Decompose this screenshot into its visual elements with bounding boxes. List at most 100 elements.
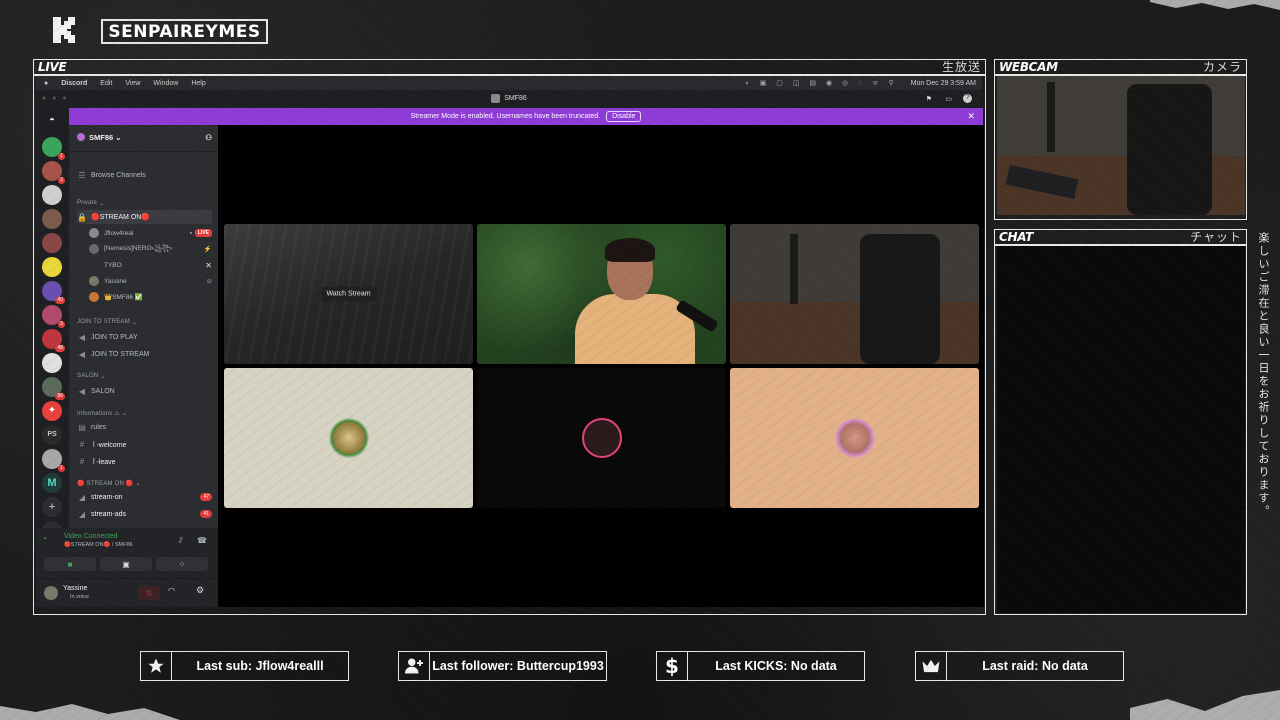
disable-button[interactable]: Disable [606, 111, 642, 122]
screenshare-button[interactable]: ▣ [100, 557, 152, 571]
category-private[interactable]: Private ⌄ [77, 196, 212, 210]
mac-status-icons: ◐ ▣ ▢ ◫ ▤ ◉ ◎ ◌ ᯤ ⚲ [745, 79, 898, 87]
last-kicks-box: $ Last KICKS: No data [656, 651, 865, 681]
voice-channel-salon[interactable]: ◀ SALON [77, 384, 212, 398]
voice-status-subtitle: 🔴STREAM ON🔴 / SMF86 [64, 542, 133, 548]
menu-discord[interactable]: Discord [61, 80, 87, 87]
hashtag-icon: # [79, 439, 85, 449]
server-icon[interactable]: PS [42, 425, 62, 445]
avatar[interactable] [44, 586, 58, 600]
voice-tile-avatar-1[interactable] [224, 368, 473, 508]
voice-channel-stream-on[interactable]: 🔒 🔴STREAM ON🔴 [77, 210, 212, 224]
torn-edge-bottom-right [1130, 690, 1280, 720]
mac-clock: Mon Dec 29 3:59 AM [910, 79, 976, 87]
camera-tile-room[interactable] [730, 224, 979, 364]
menu-help[interactable]: Help [191, 80, 205, 87]
screen-icon[interactable]: ▭ [945, 95, 952, 103]
chat-area [997, 246, 1245, 613]
server-icon[interactable] [42, 257, 62, 277]
help-icon[interactable]: ? [963, 94, 972, 103]
add-member-icon[interactable]: ⚇ [205, 133, 212, 142]
server-icon[interactable] [42, 353, 62, 373]
avatar [89, 292, 99, 302]
text-channel-leave[interactable]: # ꒰‐leave [77, 454, 212, 468]
avatar [581, 418, 622, 458]
webcam-panel-header: WEBCAM カメラ [995, 59, 1246, 75]
gear-icon[interactable]: ⚙ [196, 585, 204, 596]
disconnect-icon[interactable]: ☎ [197, 536, 207, 545]
headphones-icon[interactable]: ◠ [168, 586, 175, 595]
browse-channels[interactable]: ☰ Browse Channels [77, 168, 212, 182]
stream-tile-game[interactable]: Watch Stream [224, 224, 473, 364]
add-server-icon[interactable]: + [42, 497, 62, 517]
announcement-channel-stream-on[interactable]: ◢ stream-on 47 [77, 490, 212, 504]
voice-connected-panel: ◔ Video Connected 🔴STREAM ON🔴 / SMF86 ⫽ … [36, 528, 218, 578]
camera-icon: ▪ [189, 229, 192, 237]
text-channel-welcome[interactable]: # ꒰‐welcome [77, 437, 212, 451]
inbox-icon[interactable]: ⚑ [926, 95, 932, 103]
chat-title: CHAT [999, 229, 1033, 244]
server-icon-small [491, 94, 501, 103]
server-icon[interactable]: ✦ [42, 401, 62, 421]
speaker-icon: ◀ [78, 332, 86, 342]
menu-window[interactable]: Window [153, 80, 178, 87]
torn-edge-top [1150, 0, 1280, 10]
close-icon[interactable]: ✕ [967, 111, 975, 122]
close-icon: ✕ [205, 260, 212, 270]
category-informations[interactable]: Informations ⚠ ⌄ [77, 406, 212, 420]
streamer-mode-text: Streamer Mode is enabled. Usernames have… [410, 113, 601, 120]
watch-stream-button[interactable]: Watch Stream [320, 286, 377, 302]
category-salon[interactable]: SALON ⌄ [77, 369, 212, 383]
text-channel-rules[interactable]: ▤ rules [77, 420, 212, 434]
activities-button[interactable]: ⁘ [156, 557, 208, 571]
megaphone-icon: ◢ [78, 492, 86, 502]
speaker-icon: ◀ [78, 386, 86, 396]
voice-channel-join-to-play[interactable]: ◀ JOIN TO PLAY [77, 330, 212, 344]
voice-user[interactable]: Jflow4real ▪ LIVE [89, 226, 212, 240]
torn-edge-bottom [0, 704, 180, 720]
server-icon[interactable]: 1 [42, 449, 65, 472]
avatar [89, 244, 99, 254]
webcam-chair [1127, 84, 1212, 215]
noise-suppression-icon[interactable]: ⫽ [179, 536, 183, 546]
voice-user[interactable]: TYBO ✕ [89, 258, 212, 272]
server-icon[interactable]: 96 [42, 377, 65, 400]
voice-user[interactable]: [Nemesis]NERO꧁꧂ ⚡ [89, 242, 212, 256]
server-icon[interactable]: 40 [42, 281, 65, 304]
webcam-mic-arm [1047, 82, 1055, 152]
chat-jp-label: チャット [1190, 230, 1242, 244]
server-icon[interactable]: 5 [42, 305, 65, 328]
category-join-to-stream[interactable]: JOIN TO STREAM ⌄ [77, 315, 212, 329]
room-desk [730, 302, 979, 364]
server-icon[interactable]: 2 [42, 161, 65, 184]
muted-icon: ⚡ [203, 246, 212, 253]
menu-edit[interactable]: Edit [100, 80, 112, 87]
server-icon[interactable]: 1 [42, 137, 65, 160]
voice-user[interactable]: 👑SMF86 ✅ [89, 290, 212, 304]
voice-tile-avatar-3[interactable] [730, 368, 979, 508]
apple-icon[interactable]: ● [44, 80, 48, 87]
server-icon[interactable] [42, 185, 62, 205]
server-icon[interactable]: M [42, 473, 62, 493]
camera-tile-streamer[interactable] [477, 224, 726, 364]
voice-user[interactable]: Yassine ⊘ [89, 274, 212, 288]
category-stream-on[interactable]: 🔴 STREAM ON 🔴 ⌄ [77, 476, 212, 490]
traffic-lights[interactable]: ● ● ● [42, 95, 69, 102]
voice-tile-avatar-2[interactable] [477, 368, 726, 508]
server-icon[interactable] [42, 209, 62, 229]
webcam-feed [997, 76, 1245, 215]
voice-channel-join-to-stream[interactable]: ◀ JOIN TO STREAM [77, 347, 212, 361]
live-panel-header: LIVE 生放送 [34, 59, 985, 75]
mic-muted-icon[interactable]: ⦸ [138, 586, 160, 600]
last-sub-text: Last sub: Jflow4realll [196, 659, 324, 673]
server-icon[interactable] [42, 233, 62, 253]
server-header[interactable]: SMF86 ⌄ ⚇ [77, 130, 212, 144]
video-button[interactable]: ■ [44, 557, 96, 571]
discord-home-icon[interactable]: ◓ [42, 111, 62, 131]
megaphone-icon: ◢ [78, 509, 86, 519]
room-chair [860, 234, 940, 364]
menu-view[interactable]: View [125, 80, 140, 87]
server-icon[interactable]: 48 [42, 329, 65, 352]
announcement-channel-stream-ads[interactable]: ◢ stream-ads 41 [77, 507, 212, 521]
avatar [89, 276, 99, 286]
